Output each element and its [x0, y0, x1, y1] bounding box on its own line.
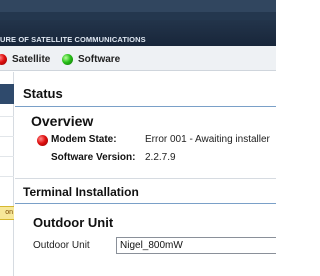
sidebar-divider	[0, 116, 14, 117]
heading-divider	[15, 106, 276, 107]
terminal-installation-heading: Terminal Installation	[23, 185, 139, 199]
indicator-software[interactable]: Software	[62, 52, 120, 66]
outdoor-unit-field-label: Outdoor Unit	[33, 240, 90, 251]
software-version-label: Software Version:	[51, 152, 136, 163]
outdoor-unit-heading: Outdoor Unit	[33, 215, 114, 230]
modem-state-value: Error 001 - Awaiting installer	[145, 134, 270, 145]
sidebar-warning-text: on	[5, 209, 13, 216]
red-status-dot-icon	[0, 53, 7, 65]
header-banner-middle	[0, 12, 276, 20]
sidebar-divider	[0, 136, 14, 137]
sidebar-divider	[0, 156, 14, 157]
heading-divider	[15, 203, 276, 204]
section-divider	[15, 178, 276, 179]
overview-heading: Overview	[31, 113, 94, 129]
header-banner-top	[0, 0, 276, 12]
sidebar-item-selected[interactable]	[0, 84, 14, 104]
status-heading: Status	[23, 86, 63, 101]
status-indicator-bar: Satellite Software	[0, 46, 276, 71]
app-header: URE OF SATELLITE COMMUNICATIONS	[0, 0, 276, 46]
sidebar-divider	[0, 176, 14, 177]
sidebar-nav: on	[0, 72, 14, 276]
modem-state-error-icon	[37, 135, 48, 146]
sidebar-item-warning[interactable]: on	[0, 206, 14, 220]
indicator-satellite[interactable]: Satellite	[0, 52, 50, 66]
indicator-software-label: Software	[78, 53, 121, 65]
outdoor-unit-input[interactable]: Nigel_800mW	[116, 237, 276, 254]
green-status-dot-icon	[62, 53, 73, 65]
header-tagline: URE OF SATELLITE COMMUNICATIONS	[0, 35, 146, 44]
main-content: Status Overview Modem State: Error 001 -…	[15, 72, 276, 276]
indicator-satellite-label: Satellite	[12, 53, 51, 65]
modem-state-label: Modem State:	[51, 134, 117, 145]
software-version-value: 2.2.7.9	[145, 152, 176, 163]
